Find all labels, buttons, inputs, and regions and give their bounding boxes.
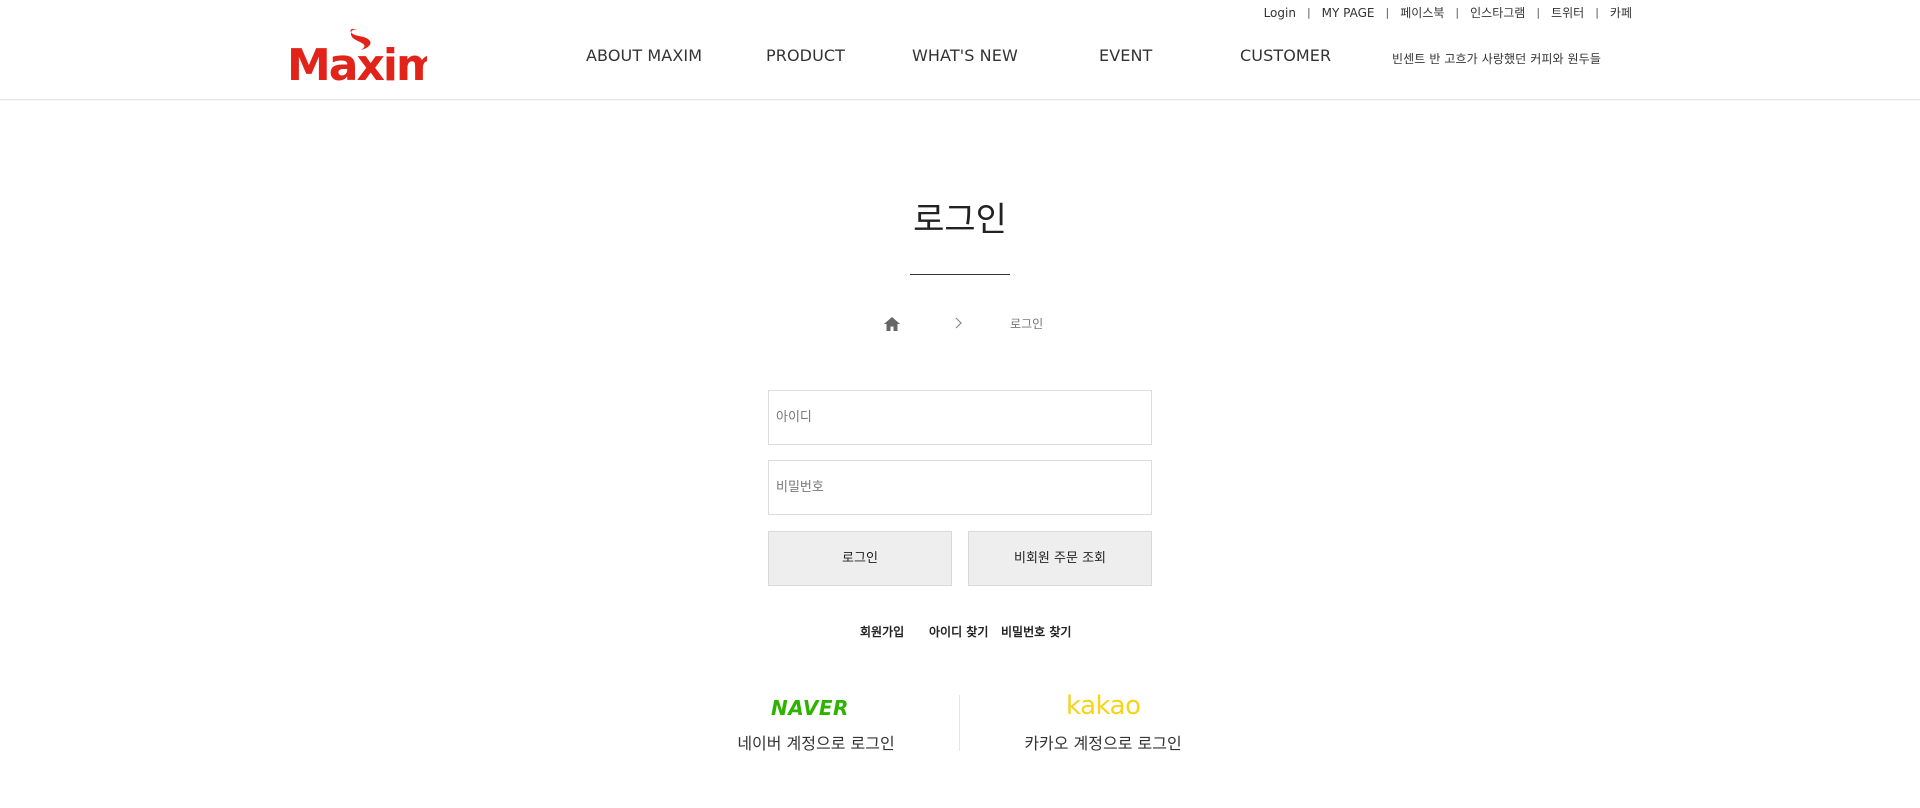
separator: | [1455, 6, 1460, 19]
login-button[interactable]: 로그인 [768, 531, 952, 586]
login-link[interactable]: Login [1264, 6, 1296, 20]
separator: | [1306, 6, 1311, 19]
breadcrumb-current: 로그인 [1010, 317, 1044, 331]
kakao-logo: kakao [1066, 691, 1141, 721]
nav-product[interactable]: PRODUCT [766, 46, 845, 65]
nav-event[interactable]: EVENT [1099, 46, 1152, 65]
find-password-link[interactable]: 비밀번호 찾기 [1001, 623, 1071, 640]
instagram-link[interactable]: 인스타그램 [1470, 4, 1525, 21]
naver-logo: NAVER [771, 696, 849, 720]
nav-about[interactable]: ABOUT MAXIM [586, 46, 702, 65]
separator: | [1536, 6, 1541, 19]
guest-order-button[interactable]: 비회원 주문 조회 [968, 531, 1152, 586]
title-divider [910, 274, 1010, 275]
mypage-link[interactable]: MY PAGE [1322, 6, 1375, 20]
nav-whats-new[interactable]: WHAT'S NEW [912, 46, 1018, 65]
find-id-link[interactable]: 아이디 찾기 [929, 623, 988, 640]
social-divider [959, 695, 960, 751]
cafe-link[interactable]: 카페 [1610, 4, 1632, 21]
join-link[interactable]: 회원가입 [860, 623, 904, 640]
site-header: Login | MY PAGE | 페이스북 | 인스타그램 | 트위터 | 카… [0, 0, 1920, 100]
chevron-right-icon [953, 315, 965, 331]
separator: | [1595, 6, 1599, 19]
nav-customer[interactable]: CUSTOMER [1240, 46, 1331, 65]
nav-promo[interactable]: 빈센트 반 고흐가 사랑했던 커피와 원두들 [1392, 50, 1601, 67]
twitter-link[interactable]: 트위터 [1551, 4, 1584, 21]
kakao-login-label: 카카오 계정으로 로그인 [1024, 734, 1182, 753]
home-icon[interactable] [883, 315, 901, 333]
page-title: 로그인 [913, 200, 1007, 240]
facebook-link[interactable]: 페이스북 [1400, 4, 1444, 21]
separator: | [1385, 6, 1390, 19]
id-input[interactable] [768, 390, 1152, 445]
naver-login-label: 네이버 계정으로 로그인 [737, 734, 895, 753]
password-input[interactable] [768, 460, 1152, 515]
utility-nav: Login | MY PAGE | 페이스북 | 인스타그램 | 트위터 | 카… [1264, 4, 1632, 21]
main-nav: ABOUT MAXIM PRODUCT WHAT'S NEW EVENT CUS… [0, 46, 1920, 70]
